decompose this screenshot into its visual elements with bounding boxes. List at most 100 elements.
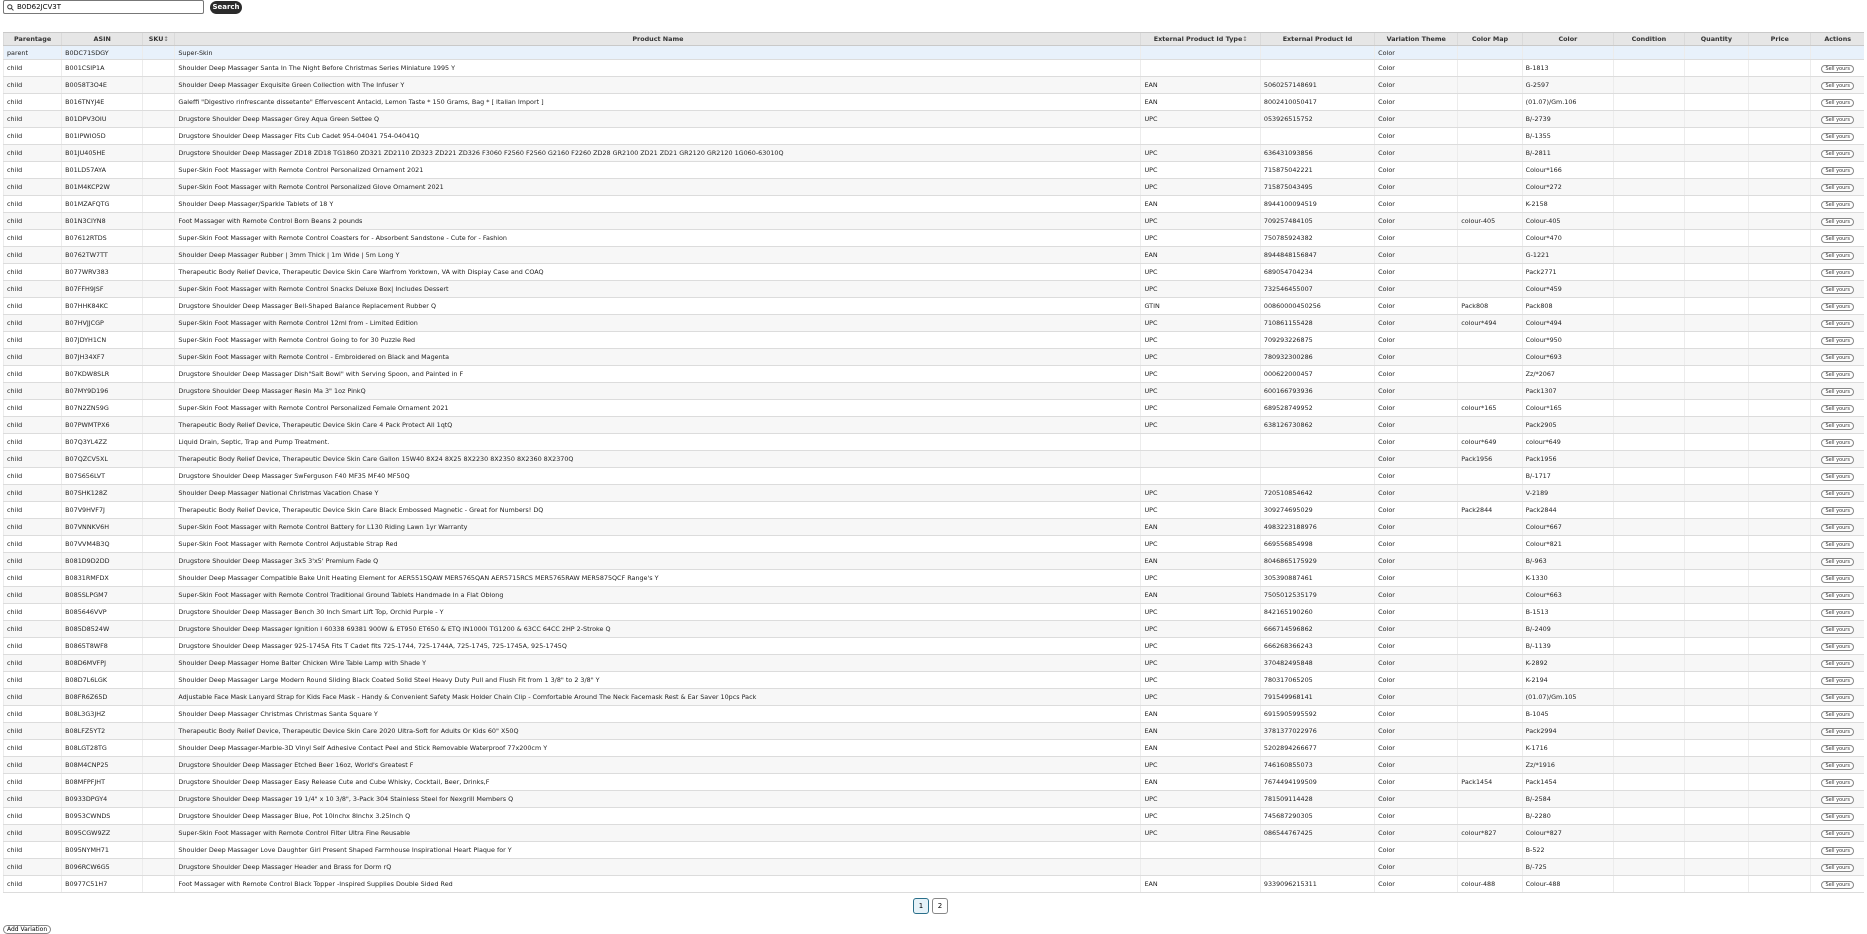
sell-yours-button[interactable]: Sell yours [1821, 370, 1854, 379]
sell-yours-button[interactable]: Sell yours [1821, 455, 1854, 464]
table-row[interactable]: child B08MFPFJHT Drugstore Shoulder Deep M… [2, 773, 1864, 791]
sell-yours-button[interactable]: Sell yours [1821, 183, 1854, 192]
search-button[interactable]: Search [210, 0, 242, 14]
table-row[interactable]: child B095CGW9ZZ Super-Skin Foot Massager … [2, 824, 1864, 842]
sell-yours-button[interactable]: Sell yours [1821, 693, 1854, 702]
table-row[interactable]: child B01IPWIO5D Drugstore Shoulder Deep M… [2, 127, 1864, 145]
table-row[interactable]: child B07PWMTPX6 Therapeutic Body Relief D… [2, 416, 1864, 434]
table-row[interactable]: child B0865T8WF8 Drugstore Shoulder Deep M… [2, 637, 1864, 655]
table-row[interactable]: child B01LD57AYA Super-Skin Foot Massager … [2, 161, 1864, 179]
sell-yours-button[interactable]: Sell yours [1821, 557, 1854, 566]
sell-yours-button[interactable]: Sell yours [1821, 540, 1854, 549]
table-row[interactable]: child B01MZAFQTG Shoulder Deep Massager/Sp… [2, 195, 1864, 213]
table-row[interactable]: child B0977C51H7 Foot Massager with Remote… [2, 875, 1864, 893]
table-row[interactable]: parent B0DC71SDGY Super-Skin Color [2, 45, 1864, 60]
sell-yours-button[interactable]: Sell yours [1821, 506, 1854, 515]
table-row[interactable]: child B07VNNKV6H Super-Skin Foot Massager … [2, 518, 1864, 536]
sell-yours-button[interactable]: Sell yours [1821, 659, 1854, 668]
sell-yours-button[interactable]: Sell yours [1821, 251, 1854, 260]
table-row[interactable]: child B0762TW7TT Shoulder Deep Massager Ru… [2, 246, 1864, 264]
table-row[interactable]: child B07JDYH1CN Super-Skin Foot Massager … [2, 331, 1864, 349]
table-row[interactable]: child B07HHK84KC Drugstore Shoulder Deep M… [2, 297, 1864, 315]
table-row[interactable]: child B08LFZ5YT2 Therapeutic Body Relief D… [2, 722, 1864, 740]
table-row[interactable]: child B07S656LVT Drugstore Shoulder Deep M… [2, 467, 1864, 485]
sell-yours-button[interactable]: Sell yours [1821, 387, 1854, 396]
sell-yours-button[interactable]: Sell yours [1821, 438, 1854, 447]
table-row[interactable]: child B07VVM4B3Q Super-Skin Foot Massager … [2, 535, 1864, 553]
sell-yours-button[interactable]: Sell yours [1821, 319, 1854, 328]
page-button-2[interactable]: 2 [932, 898, 948, 914]
sell-yours-button[interactable]: Sell yours [1821, 472, 1854, 481]
sell-yours-button[interactable]: Sell yours [1821, 81, 1854, 90]
table-row[interactable]: child B016TNYJ4E Galeffi "Digestivo rinfre… [2, 93, 1864, 111]
sell-yours-button[interactable]: Sell yours [1821, 625, 1854, 634]
table-row[interactable]: child B08M4CNP25 Drugstore Shoulder Deep M… [2, 756, 1864, 774]
table-row[interactable]: child B095NYMH71 Shoulder Deep Massager Lo… [2, 841, 1864, 859]
table-row[interactable]: child B07N2ZN59G Super-Skin Foot Massager … [2, 399, 1864, 417]
table-row[interactable]: child B08FR6Z65D Adjustable Face Mask Lany… [2, 688, 1864, 706]
table-row[interactable]: child B001CSIP1A Shoulder Deep Massager Sa… [2, 59, 1864, 77]
search-box[interactable] [3, 0, 204, 14]
sell-yours-button[interactable]: Sell yours [1821, 489, 1854, 498]
table-row[interactable]: child B085646VVP Drugstore Shoulder Deep M… [2, 603, 1864, 621]
sell-yours-button[interactable]: Sell yours [1821, 795, 1854, 804]
table-row[interactable]: child B01DPV3OIU Drugstore Shoulder Deep M… [2, 110, 1864, 128]
sell-yours-button[interactable]: Sell yours [1821, 336, 1854, 345]
table-row[interactable]: child B0953CWNDS Drugstore Shoulder Deep M… [2, 807, 1864, 825]
sell-yours-button[interactable]: Sell yours [1821, 829, 1854, 838]
table-row[interactable]: child B07SHK128Z Shoulder Deep Massager Na… [2, 484, 1864, 502]
table-row[interactable]: child B07HVJJCGP Super-Skin Foot Massager … [2, 314, 1864, 332]
table-row[interactable]: child B01N3CIYN8 Foot Massager with Remote… [2, 212, 1864, 230]
table-row[interactable]: child B01M4KCP2W Super-Skin Foot Massager … [2, 178, 1864, 196]
table-row[interactable]: child B0831RMFDX Shoulder Deep Massager Co… [2, 569, 1864, 587]
sell-yours-button[interactable]: Sell yours [1821, 285, 1854, 294]
page-button-1[interactable]: 1 [913, 898, 929, 914]
sell-yours-button[interactable]: Sell yours [1821, 812, 1854, 821]
sell-yours-button[interactable]: Sell yours [1821, 642, 1854, 651]
table-row[interactable]: child B08D7L6LGK Shoulder Deep Massager La… [2, 671, 1864, 689]
table-row[interactable]: child B085SLPGM7 Super-Skin Foot Massager … [2, 586, 1864, 604]
sell-yours-button[interactable]: Sell yours [1821, 217, 1854, 226]
sell-yours-button[interactable]: Sell yours [1821, 166, 1854, 175]
table-row[interactable]: child B07QZCV5XL Therapeutic Body Relief D… [2, 450, 1864, 468]
sell-yours-button[interactable]: Sell yours [1821, 64, 1854, 73]
sort-icon[interactable]: ↕ [1242, 35, 1247, 43]
table-row[interactable]: child B081D9D2DD Drugstore Shoulder Deep M… [2, 552, 1864, 570]
sell-yours-button[interactable]: Sell yours [1821, 421, 1854, 430]
sell-yours-button[interactable]: Sell yours [1821, 98, 1854, 107]
sell-yours-button[interactable]: Sell yours [1821, 744, 1854, 753]
column-header-external-product-id-type[interactable]: External Product Id Type↕ [1140, 32, 1261, 46]
sell-yours-button[interactable]: Sell yours [1821, 234, 1854, 243]
sell-yours-button[interactable]: Sell yours [1821, 778, 1854, 787]
sell-yours-button[interactable]: Sell yours [1821, 608, 1854, 617]
table-row[interactable]: child B0933DPGY4 Drugstore Shoulder Deep M… [2, 790, 1864, 808]
sell-yours-button[interactable]: Sell yours [1821, 149, 1854, 158]
sell-yours-button[interactable]: Sell yours [1821, 523, 1854, 532]
sell-yours-button[interactable]: Sell yours [1821, 710, 1854, 719]
sell-yours-button[interactable]: Sell yours [1821, 302, 1854, 311]
sell-yours-button[interactable]: Sell yours [1821, 353, 1854, 362]
table-row[interactable]: child B07V9HVF7J Therapeutic Body Relief D… [2, 501, 1864, 519]
sell-yours-button[interactable]: Sell yours [1821, 132, 1854, 141]
table-row[interactable]: child B07Q3YL4ZZ Liquid Drain, Septic, Tra… [2, 433, 1864, 451]
sell-yours-button[interactable]: Sell yours [1821, 115, 1854, 124]
search-input[interactable] [17, 3, 187, 11]
table-row[interactable]: child B077WRV383 Therapeutic Body Relief D… [2, 263, 1864, 281]
sell-yours-button[interactable]: Sell yours [1821, 761, 1854, 770]
sell-yours-button[interactable]: Sell yours [1821, 727, 1854, 736]
table-row[interactable]: child B096RCW6G5 Drugstore Shoulder Deep M… [2, 858, 1864, 876]
table-row[interactable]: child B085D8524W Drugstore Shoulder Deep M… [2, 620, 1864, 638]
table-row[interactable]: child B01JU405HE Drugstore Shoulder Deep M… [2, 144, 1864, 162]
table-row[interactable]: child B08L3G3JHZ Shoulder Deep Massager Ch… [2, 705, 1864, 723]
table-row[interactable]: child B07MY9D196 Drugstore Shoulder Deep M… [2, 382, 1864, 400]
column-header-sku[interactable]: SKU↕ [142, 32, 175, 46]
sell-yours-button[interactable]: Sell yours [1821, 863, 1854, 872]
table-row[interactable]: child B07JH34XF7 Super-Skin Foot Massager … [2, 348, 1864, 366]
sell-yours-button[interactable]: Sell yours [1821, 574, 1854, 583]
sell-yours-button[interactable]: Sell yours [1821, 404, 1854, 413]
table-row[interactable]: child B08LGT28TG Shoulder Deep Massager-Ma… [2, 739, 1864, 757]
table-row[interactable]: child B0058T3O4E Shoulder Deep Massager Ex… [2, 76, 1864, 94]
sell-yours-button[interactable]: Sell yours [1821, 200, 1854, 209]
sell-yours-button[interactable]: Sell yours [1821, 880, 1854, 889]
table-row[interactable]: child B07FFH9JSF Super-Skin Foot Massager … [2, 280, 1864, 298]
